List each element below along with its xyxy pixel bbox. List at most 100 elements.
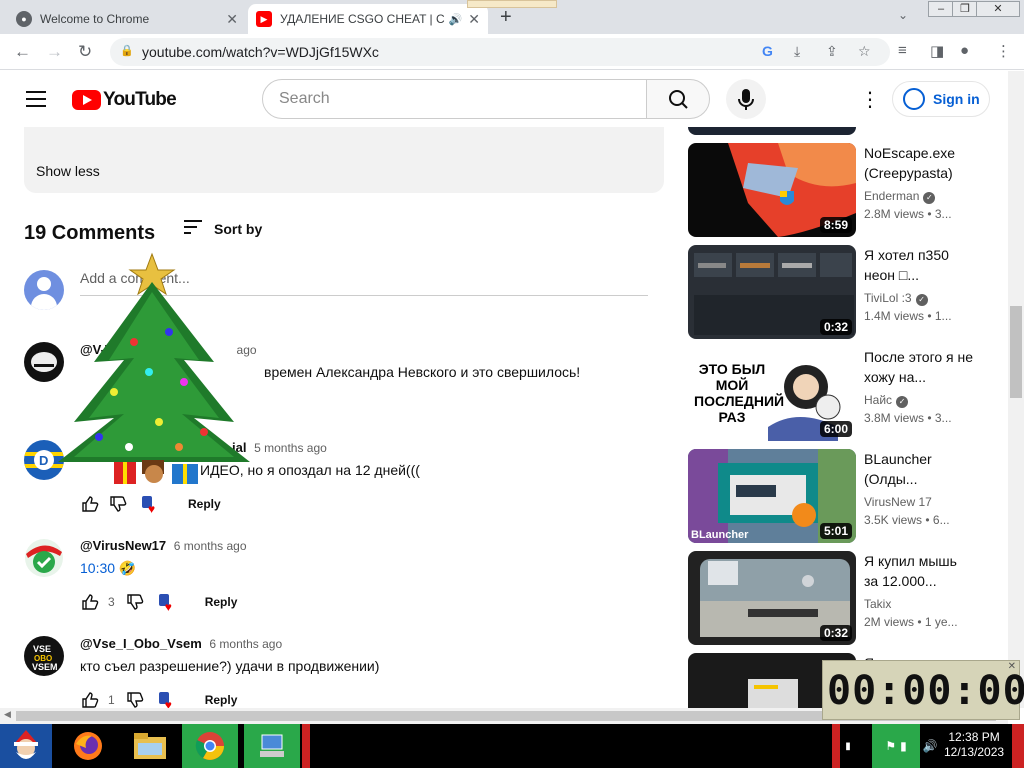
sidebar-video[interactable]: 0:32 Я купил мышь за 12.000... Takix 2M … [688, 551, 988, 645]
video-title[interactable]: После этого я не хожу на... [864, 347, 974, 387]
sign-in-button[interactable]: Sign in [892, 81, 990, 117]
share-icon[interactable]: ⇪ [826, 43, 838, 60]
youtube-logo[interactable]: YouTube [72, 89, 177, 111]
close-icon[interactable]: ✕ [468, 11, 480, 28]
video-channel[interactable]: Найс ✓ [864, 393, 909, 408]
new-tab-icon[interactable]: + [500, 6, 512, 29]
video-description: Show less [24, 127, 664, 193]
install-icon[interactable]: ⤓ [794, 43, 800, 60]
url-text[interactable]: youtube.com/watch?v=WDJjGf15WXc [142, 44, 379, 60]
like-icon[interactable] [80, 592, 100, 612]
comment-author[interactable]: @VirusNew17 [80, 538, 166, 553]
show-hidden-icons[interactable]: ▮ [842, 724, 854, 768]
reply-button[interactable]: Reply [188, 497, 221, 511]
sidebar-video[interactable]: BLauncher 5:01 BLauncher (Олды... VirusN… [688, 449, 988, 543]
scrollbar-thumb[interactable] [1010, 306, 1022, 398]
reply-button[interactable]: Reply [205, 595, 238, 609]
video-channel[interactable]: Enderman ✓ [864, 189, 936, 204]
taskbar: ▮ ⚑ ▮ 🔊 12:38 PM 12/13/2023 [0, 724, 1024, 768]
restore-button[interactable]: ❐ [952, 1, 978, 17]
speaker-icon[interactable]: 🔊 [449, 13, 463, 26]
settings-dots-icon[interactable]: ⋮ [860, 87, 880, 112]
hamburger-menu-icon[interactable] [26, 91, 46, 112]
video-thumbnail[interactable]: 0:32 [688, 551, 856, 645]
reload-icon[interactable]: ↻ [78, 42, 92, 62]
video-duration: 0:32 [819, 625, 852, 641]
show-less-button[interactable]: Show less [36, 163, 100, 179]
network-taskbar-icon[interactable] [244, 724, 300, 768]
video-channel[interactable]: Takix [864, 597, 891, 611]
menu-dots-icon[interactable]: ⋮ [996, 42, 1011, 60]
like-icon[interactable] [80, 494, 100, 514]
video-thumbnail[interactable]: 8:59 [688, 143, 856, 237]
firefox-icon[interactable] [68, 724, 108, 768]
start-button[interactable] [0, 724, 52, 768]
video-title[interactable]: NoEscape.exe (Creepypasta) [864, 143, 974, 183]
comment-time[interactable]: 6 months ago [209, 637, 282, 651]
file-explorer-icon[interactable] [128, 724, 172, 768]
sign-in-label: Sign in [933, 91, 980, 107]
comment-time[interactable]: 6 months ago [174, 539, 247, 553]
search-button[interactable] [646, 79, 710, 119]
scroll-left-icon[interactable]: ◀ [4, 709, 11, 720]
video-thumbnail[interactable]: ЭТО БЫЛ МОЙ ПОСЛЕДНИЙ РАЗ 6:00 [688, 347, 856, 441]
comment-author[interactable]: @Vse_I_Obo_Vsem [80, 636, 202, 651]
channel-name: Найс [864, 393, 893, 407]
sidebar-video[interactable]: 0:32 Я хотел п350 неон □... TiviLol :3 ✓ … [688, 245, 988, 339]
avatar[interactable]: VSE OBO VSEM [24, 636, 64, 676]
comment-text[interactable]: 10:30 🤣 [80, 560, 136, 577]
close-icon[interactable]: ✕ [226, 11, 238, 28]
bookmark-star-icon[interactable]: ☆ [858, 43, 871, 60]
creator-heart-icon: ♥ [158, 690, 179, 712]
comment-time[interactable]: 5 months ago [254, 441, 327, 455]
clock-widget[interactable]: 00:00:00 ✕ [822, 660, 1024, 720]
video-thumbnail[interactable] [688, 127, 856, 135]
video-title[interactable]: BLauncher (Олды... [864, 449, 974, 489]
taskbar-separator [302, 724, 310, 768]
sidebar-video[interactable]: 8:59 NoEscape.exe (Creepypasta) Enderman… [688, 143, 988, 237]
avatar[interactable] [24, 538, 64, 578]
sidebar-video[interactable]: ЭТО БЫЛ МОЙ ПОСЛЕДНИЙ РАЗ 6:00 После это… [688, 347, 988, 441]
video-stats: 1.4M views • 1... [864, 309, 952, 323]
tab-search-icon[interactable]: ⌄ [898, 8, 908, 22]
video-channel[interactable]: VirusNew 17 [864, 495, 932, 509]
dislike-icon[interactable] [125, 690, 145, 710]
profile-icon[interactable]: ● [960, 42, 969, 59]
volume-icon[interactable]: 🔊 [922, 724, 938, 768]
comment-actions: ♥ Reply [80, 494, 221, 516]
media-control-icon[interactable]: ≡ [898, 42, 907, 59]
santa-icon [14, 730, 38, 759]
google-icon[interactable]: G [762, 43, 773, 59]
verified-icon: ✓ [915, 294, 928, 306]
video-title[interactable]: Я хотел п350 неон □... [864, 245, 974, 285]
chrome-taskbar-icon[interactable] [182, 724, 238, 768]
battery-icon[interactable]: ▮ [900, 739, 907, 753]
close-icon[interactable]: ✕ [1008, 661, 1016, 672]
sort-by-button[interactable]: Sort by [184, 220, 262, 238]
address-bar[interactable]: 🔒 youtube.com/watch?v=WDJjGf15WXc G ⤓ ⇪ … [110, 38, 890, 66]
creator-heart-icon: ♥ [142, 494, 162, 516]
like-icon[interactable] [80, 690, 100, 710]
tab-youtube[interactable]: ▶ УДАЛЕНИЕ CSGO CHEAT | C 🔊 ✕ [248, 4, 488, 34]
back-icon[interactable]: ← [14, 42, 31, 62]
video-thumbnail[interactable]: BLauncher 5:01 [688, 449, 856, 543]
video-stats: 2.8M views • 3... [864, 207, 952, 221]
search-input[interactable]: Search [262, 79, 648, 119]
close-window-button[interactable]: ✕ [976, 1, 1020, 17]
side-panel-icon[interactable]: ◨ [930, 42, 944, 60]
youtube-play-icon [72, 90, 101, 110]
system-clock[interactable]: 12:38 PM 12/13/2023 [944, 730, 1004, 760]
minimize-button[interactable]: – [928, 1, 954, 17]
dislike-icon[interactable] [125, 592, 145, 612]
lock-icon[interactable]: 🔒 [120, 44, 134, 57]
show-desktop-button[interactable] [1012, 724, 1024, 768]
reply-button[interactable]: Reply [205, 693, 238, 707]
dislike-icon[interactable] [108, 494, 128, 514]
voice-search-button[interactable] [726, 79, 766, 119]
video-channel[interactable]: TiviLol :3 ✓ [864, 291, 928, 306]
flag-icon[interactable]: ⚑ [885, 739, 896, 753]
video-thumbnail[interactable]: 0:32 [688, 245, 856, 339]
video-title[interactable]: Я купил мышь за 12.000... [864, 551, 974, 591]
tab-welcome[interactable]: ● Welcome to Chrome ✕ [8, 4, 246, 34]
forward-icon[interactable]: → [46, 42, 63, 62]
